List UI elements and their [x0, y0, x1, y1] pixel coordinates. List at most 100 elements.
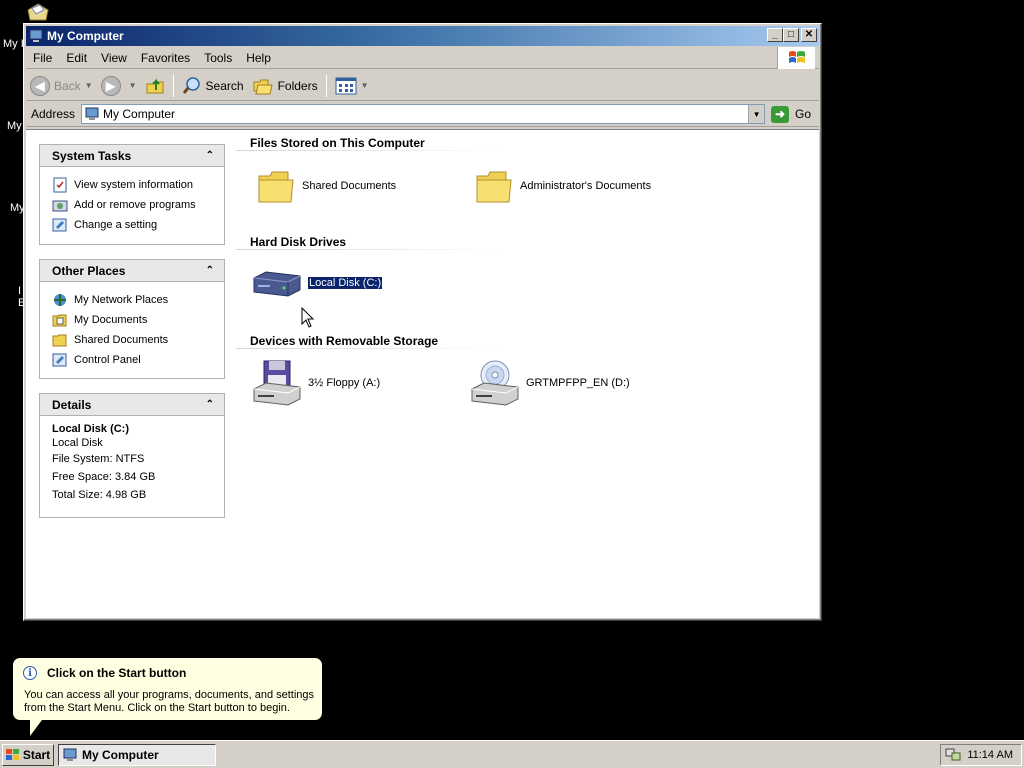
computer-icon	[29, 29, 43, 42]
menu-help[interactable]: Help	[239, 51, 278, 65]
maximize-button[interactable]: □	[783, 28, 799, 42]
go-arrow-icon: ➜	[771, 105, 790, 123]
my-network-places-link[interactable]: My Network Places	[52, 290, 214, 310]
folder-icon	[52, 314, 67, 327]
address-bar: Address My Computer ▼ ➜ Go	[26, 102, 819, 127]
details-panel: Details ⌃ Local Disk (C:) Local Disk Fil…	[39, 393, 225, 518]
close-button[interactable]: ✕	[801, 28, 817, 42]
title-bar[interactable]: My Computer _ □ ✕	[26, 26, 819, 46]
item-label: GRTMPFPP_EN (D:)	[526, 377, 630, 389]
mouse-cursor-icon	[301, 307, 315, 328]
windows-flag-icon	[5, 748, 19, 760]
menu-file[interactable]: File	[26, 51, 59, 65]
collapse-icon[interactable]: ⌃	[206, 399, 214, 410]
floppy-a-item[interactable]: 3½ Floppy (A:)	[252, 359, 380, 407]
desktop-icon-label[interactable]: I	[18, 285, 21, 297]
details-header[interactable]: Details ⌃	[40, 394, 224, 416]
address-value: My Computer	[103, 107, 176, 121]
toolbar-separator	[325, 74, 327, 97]
link-label: My Network Places	[74, 294, 169, 306]
section-header-files-stored: Files Stored on This Computer	[250, 136, 425, 150]
menu-view[interactable]: View	[94, 51, 134, 65]
chevron-down-icon[interactable]: ▼	[129, 81, 137, 90]
network-connection-icon[interactable]	[945, 748, 961, 762]
taskbar-item-my-computer[interactable]: My Computer	[58, 743, 216, 766]
link-label: Shared Documents	[74, 334, 169, 346]
hard-drive-icon	[253, 271, 301, 297]
folder-icon	[52, 334, 67, 347]
balloon-title: Click on the Start button	[47, 666, 187, 680]
go-label: Go	[795, 107, 812, 121]
window-title: My Computer	[47, 29, 124, 43]
folders-button[interactable]: Folders	[248, 73, 322, 99]
start-button[interactable]: Start	[2, 743, 54, 766]
folders-icon	[253, 79, 273, 94]
link-label: Add or remove programs	[74, 199, 196, 211]
system-tasks-title: System Tasks	[52, 148, 132, 163]
local-disk-c-item[interactable]: Local Disk (C:)	[252, 268, 384, 298]
section-divider	[236, 348, 506, 349]
control-panel-link[interactable]: Control Panel	[52, 350, 214, 370]
clock[interactable]: 11:14 AM	[967, 749, 1013, 761]
section-divider	[236, 249, 506, 250]
collapse-icon[interactable]: ⌃	[206, 150, 214, 161]
desktop-icon-label[interactable]: My I	[3, 38, 24, 50]
menu-favorites[interactable]: Favorites	[134, 51, 197, 65]
cd-drive-d-item[interactable]: GRTMPFPP_EN (D:)	[470, 359, 630, 407]
shared-documents-item[interactable]: Shared Documents	[256, 166, 396, 206]
views-icon	[335, 77, 357, 94]
view-system-information-link[interactable]: View system information	[52, 175, 214, 195]
views-button[interactable]: ▼	[331, 73, 373, 99]
folder-icon	[476, 171, 512, 203]
floppy-drive-icon	[253, 360, 301, 406]
my-documents-link[interactable]: My Documents	[52, 310, 214, 330]
computer-icon	[85, 107, 99, 120]
link-label: View system information	[74, 179, 194, 191]
search-icon	[182, 76, 200, 94]
administrators-documents-item[interactable]: Administrator's Documents	[474, 166, 651, 206]
menu-edit[interactable]: Edit	[59, 51, 94, 65]
balloon-tail	[30, 720, 42, 736]
taskbar: Start My Computer 11:14 AM	[0, 740, 1024, 768]
windows-logo-icon	[777, 47, 815, 69]
change-setting-link[interactable]: Change a setting	[52, 215, 214, 235]
details-total-size: Total Size: 4.98 GB	[52, 489, 147, 501]
minimize-button[interactable]: _	[767, 28, 783, 42]
back-label: Back	[54, 78, 81, 93]
other-places-title: Other Places	[52, 263, 126, 278]
chevron-down-icon[interactable]: ▼	[361, 81, 369, 90]
taskbar-item-label: My Computer	[82, 747, 159, 762]
back-button[interactable]: ◀ Back ▼	[26, 73, 97, 99]
search-button[interactable]: Search	[178, 73, 248, 99]
menu-bar: File Edit View Favorites Tools Help	[26, 47, 819, 69]
item-label: Administrator's Documents	[520, 180, 652, 192]
address-input[interactable]: My Computer ▼	[81, 104, 766, 124]
other-places-header[interactable]: Other Places ⌃	[40, 260, 224, 282]
link-label: My Documents	[74, 314, 148, 326]
desktop-document-icon[interactable]	[26, 2, 50, 22]
menu-tools[interactable]: Tools	[197, 51, 239, 65]
shared-documents-link[interactable]: Shared Documents	[52, 330, 214, 350]
start-button-balloon-tooltip[interactable]: i Click on the Start button You can acce…	[12, 657, 323, 739]
computer-icon	[63, 748, 77, 761]
item-label: 3½ Floppy (A:)	[308, 377, 381, 389]
my-computer-window: My Computer _ □ ✕ File Edit View Favorit…	[23, 23, 822, 621]
up-folder-button[interactable]	[141, 73, 169, 99]
forward-button[interactable]: ▶ ▼	[97, 73, 141, 99]
add-remove-programs-link[interactable]: Add or remove programs	[52, 195, 214, 215]
go-button[interactable]: ➜ Go	[771, 105, 812, 123]
system-tasks-header[interactable]: System Tasks ⌃	[40, 145, 224, 167]
control-panel-icon	[52, 218, 67, 232]
chevron-down-icon[interactable]: ▼	[85, 81, 93, 90]
details-free-space: Free Space: 3.84 GB	[52, 471, 156, 483]
system-tray: 11:14 AM	[940, 744, 1022, 766]
folders-label: Folders	[277, 78, 318, 93]
desktop-icon-label[interactable]: My	[7, 120, 22, 132]
link-label: Change a setting	[74, 219, 158, 231]
forward-arrow-icon: ▶	[100, 75, 121, 96]
section-header-hard-disk-drives: Hard Disk Drives	[250, 235, 347, 249]
item-label: Shared Documents	[302, 180, 397, 192]
address-dropdown-button[interactable]: ▼	[748, 105, 765, 123]
collapse-icon[interactable]: ⌃	[206, 265, 214, 276]
info-icon: i	[23, 666, 37, 680]
